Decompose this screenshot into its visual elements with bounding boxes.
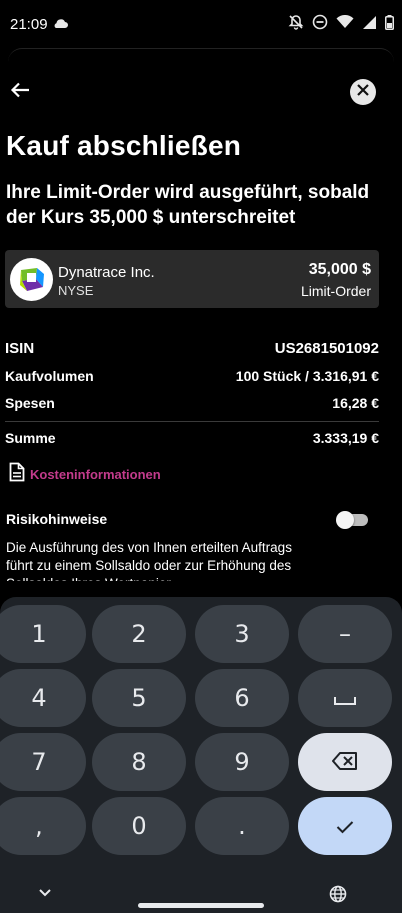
cost-information-link[interactable]: Kosteninformationen (9, 462, 161, 487)
key-7[interactable]: 7 (0, 733, 86, 791)
fees-label: Spesen (5, 395, 55, 411)
globe-icon[interactable] (329, 885, 347, 908)
stock-logo (10, 258, 53, 301)
stock-card: Dynatrace Inc. NYSE 35,000 $ Limit-Order (5, 250, 379, 308)
key-5[interactable]: 5 (92, 669, 186, 727)
cloud-icon (52, 16, 68, 34)
close-button[interactable] (350, 79, 376, 105)
order-type: Limit-Order (300, 283, 371, 299)
key-3[interactable]: 3 (195, 605, 289, 663)
numeric-keyboard: 1 2 3 – 4 5 6 7 8 9 , 0 . (0, 597, 402, 913)
key-1[interactable]: 1 (0, 605, 86, 663)
sheet-edge (8, 48, 394, 62)
volume-label: Kaufvolumen (5, 368, 94, 384)
isin-label: ISIN (5, 340, 35, 357)
key-6[interactable]: 6 (195, 669, 289, 727)
backspace-icon (332, 748, 358, 776)
sum-label: Summe (5, 430, 56, 446)
key-backspace[interactable] (298, 733, 392, 791)
key-period[interactable]: . (195, 797, 289, 855)
gesture-handle[interactable] (138, 903, 264, 908)
status-time: 21:09 (10, 16, 48, 33)
key-space[interactable] (298, 669, 392, 727)
arrow-left-icon (10, 82, 30, 103)
page-title: Kauf abschließen (6, 130, 242, 161)
key-minus[interactable]: – (298, 605, 392, 663)
key-comma[interactable]: , (0, 797, 86, 855)
check-icon (336, 812, 354, 840)
space-icon (334, 684, 356, 712)
stock-name: Dynatrace Inc. (58, 264, 155, 281)
isin-value: US2681501092 (274, 340, 379, 357)
sum-value: 3.333,19 € (312, 430, 379, 446)
risk-toggle[interactable] (336, 511, 368, 529)
back-button[interactable] (6, 78, 34, 106)
navigation-bar (0, 879, 402, 913)
risk-text: Die Ausführung des von Ihnen erteilten A… (6, 540, 292, 581)
key-9[interactable]: 9 (195, 733, 289, 791)
document-icon (9, 462, 25, 487)
chevron-down-icon[interactable] (36, 883, 54, 906)
key-8[interactable]: 8 (92, 733, 186, 791)
risk-title: Risikohinweise (6, 511, 108, 527)
notifications-off-icon (288, 14, 304, 30)
key-2[interactable]: 2 (92, 605, 186, 663)
top-bar (0, 74, 402, 114)
status-bar: 21:09 (0, 0, 402, 48)
toggle-thumb (336, 511, 354, 529)
fees-value: 16,28 € (332, 395, 379, 411)
cost-information-label: Kosteninformationen (30, 467, 161, 482)
divider (5, 421, 379, 422)
stock-price: 35,000 $ (308, 261, 371, 278)
wifi-icon (336, 15, 354, 29)
do-not-disturb-icon (312, 14, 328, 30)
key-confirm[interactable] (298, 797, 392, 855)
key-4[interactable]: 4 (0, 669, 86, 727)
close-icon (357, 83, 369, 101)
key-0[interactable]: 0 (92, 797, 186, 855)
volume-value: 100 Stück / 3.316,91 € (235, 368, 379, 384)
battery-icon (385, 14, 394, 30)
stock-exchange: NYSE (58, 283, 94, 298)
signal-icon (362, 15, 377, 30)
page-subtitle: Ihre Limit-Order wird ausgeführt, sobald… (6, 182, 370, 228)
